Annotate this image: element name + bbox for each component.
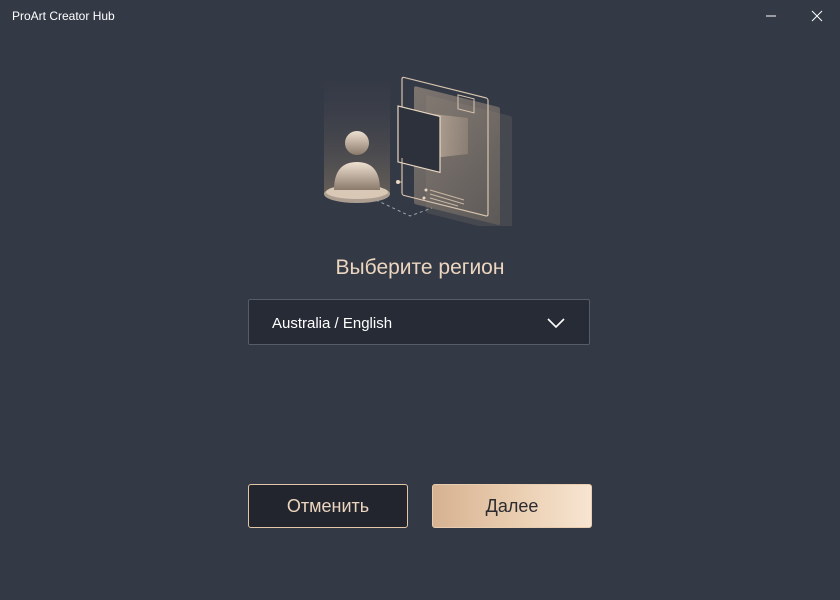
minimize-icon xyxy=(766,15,776,17)
page-title: Выберите регион xyxy=(335,256,505,279)
region-dropdown[interactable]: Australia / English xyxy=(248,299,590,345)
title-bar[interactable]: ProArt Creator Hub xyxy=(0,0,840,32)
next-button[interactable]: Далее xyxy=(432,484,592,528)
region-selected-value: Australia / English xyxy=(272,315,393,332)
minimize-button[interactable] xyxy=(748,0,794,32)
close-button[interactable] xyxy=(794,0,840,32)
chevron-down-icon xyxy=(547,318,565,329)
close-icon xyxy=(811,10,823,22)
app-title: ProArt Creator Hub xyxy=(12,9,115,23)
cancel-button[interactable]: Отменить xyxy=(248,484,408,528)
app-window: ProArt Creator Hub Выберите регион Austr… xyxy=(0,0,840,600)
region-illustration xyxy=(324,76,512,226)
